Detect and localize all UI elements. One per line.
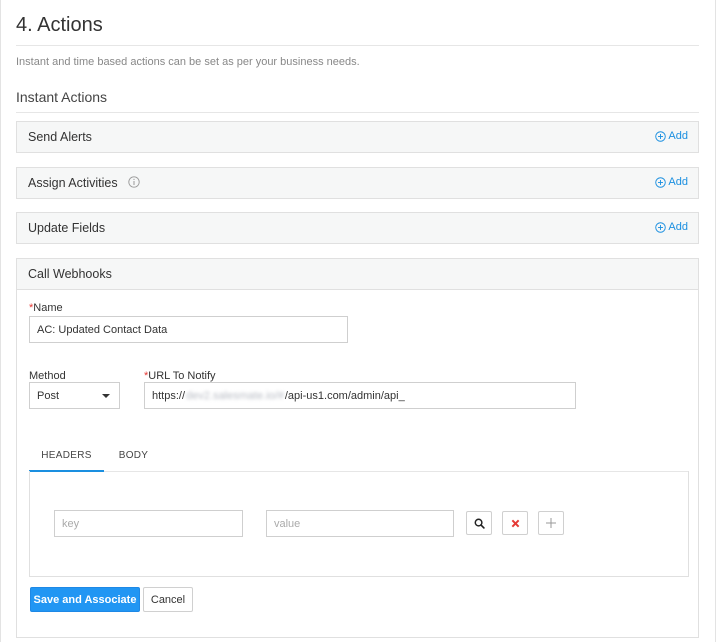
- tab-body[interactable]: BODY: [111, 450, 156, 461]
- action-panel-send-alerts: Send Alerts Add: [16, 121, 699, 153]
- plus-icon: [546, 518, 556, 528]
- header-value-input[interactable]: [266, 510, 454, 537]
- name-label-text: Name: [33, 302, 63, 314]
- action-title: Assign Activities: [28, 176, 118, 190]
- url-label-text: URL To Notify: [148, 370, 216, 382]
- title-divider: [16, 45, 699, 46]
- tab-headers[interactable]: HEADERS: [29, 450, 104, 461]
- add-send-alerts-button[interactable]: Add: [655, 130, 688, 142]
- webhook-panel: Call Webhooks *Name Method Post *URL To …: [16, 258, 699, 638]
- action-panel-update-fields: Update Fields Add: [16, 212, 699, 244]
- webhook-header: Call Webhooks: [17, 259, 698, 290]
- add-assign-activities-button[interactable]: Add: [655, 176, 688, 188]
- action-title: Update Fields: [28, 221, 106, 235]
- add-label: Add: [668, 130, 688, 142]
- section-heading: Instant Actions: [16, 89, 108, 105]
- search-button[interactable]: [466, 511, 492, 535]
- url-blurred-part: dev2.salesmate.io/#: [186, 389, 284, 402]
- webhook-title: Call Webhooks: [28, 267, 112, 281]
- page-description: Instant and time based actions can be se…: [16, 56, 360, 68]
- section-divider: [16, 112, 699, 113]
- plus-circle-icon: [655, 130, 667, 142]
- plus-circle-icon: [655, 176, 667, 188]
- cancel-button[interactable]: Cancel: [143, 587, 193, 612]
- chevron-down-icon: [102, 394, 110, 398]
- name-input[interactable]: [29, 316, 348, 343]
- method-select[interactable]: Post: [29, 382, 120, 409]
- info-circle-icon[interactable]: [128, 176, 140, 188]
- add-header-button[interactable]: [538, 511, 564, 535]
- remove-header-button[interactable]: [502, 511, 528, 535]
- method-label: Method: [29, 370, 66, 382]
- add-update-fields-button[interactable]: Add: [655, 221, 688, 233]
- close-icon: [511, 519, 519, 527]
- add-label: Add: [668, 221, 688, 233]
- page-title: 4. Actions: [16, 14, 103, 36]
- action-panel-assign-activities: Assign Activities Add: [16, 167, 699, 199]
- header-key-input[interactable]: [54, 510, 243, 537]
- url-input[interactable]: https://dev2.salesmate.io/#/api-us1.com/…: [144, 382, 576, 409]
- method-value: Post: [37, 389, 60, 402]
- action-title: Send Alerts: [28, 130, 92, 144]
- add-label: Add: [668, 176, 688, 188]
- plus-circle-icon: [655, 221, 667, 233]
- url-prefix: https://: [152, 389, 186, 402]
- name-field-label: *Name: [29, 302, 63, 314]
- save-and-associate-button[interactable]: Save and Associate: [30, 587, 140, 612]
- search-icon: [474, 518, 485, 529]
- headers-panel: [29, 471, 689, 577]
- url-field-label: *URL To Notify: [144, 370, 216, 382]
- url-suffix: /api-us1.com/admin/api_: [284, 389, 405, 402]
